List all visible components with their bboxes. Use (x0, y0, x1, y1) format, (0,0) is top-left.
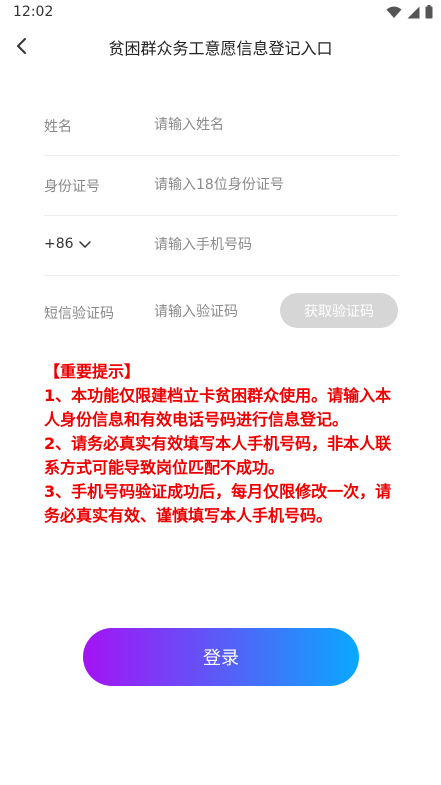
nav-bar: 贫困群众务工意愿信息登记入口 (0, 24, 441, 68)
status-icons (386, 5, 433, 19)
notice-line: 1、本功能仅限建档立卡贫困群众使用。请输入本人身份信息和有效电话号码进行信息登记… (44, 386, 392, 429)
status-time: 12:02 (13, 4, 54, 20)
status-bar: 12:02 (0, 0, 441, 24)
name-input[interactable] (154, 110, 334, 140)
notice-heading: 【重要提示】 (44, 362, 141, 381)
page-title: 贫困群众务工意愿信息登记入口 (108, 39, 333, 58)
signal-icon (407, 6, 420, 18)
id-card-row: 身份证号 (44, 156, 398, 216)
chevron-down-icon (78, 241, 91, 248)
id-card-input[interactable] (154, 170, 334, 200)
login-button[interactable]: 登录 (83, 628, 359, 686)
phone-row: +86 (44, 216, 398, 276)
notice-line: 3、手机号码验证成功后，每月仅限修改一次，请务必真实有效、谨慎填写本人手机号码。 (44, 482, 392, 525)
battery-icon (425, 5, 433, 19)
important-notice: 【重要提示】 1、本功能仅限建档立卡贫困群众使用。请输入本人身份信息和有效电话号… (44, 360, 396, 528)
sms-label: 短信验证码 (44, 306, 114, 322)
id-card-label: 身份证号 (44, 179, 100, 195)
country-code-value: +86 (44, 236, 74, 252)
name-label: 姓名 (44, 119, 72, 135)
get-code-button[interactable]: 获取验证码 (280, 293, 398, 328)
notice-line: 2、请务必真实有效填写本人手机号码，非本人联系方式可能导致岗位匹配不成功。 (44, 434, 392, 477)
country-code-select[interactable]: +86 (44, 236, 92, 252)
phone-input[interactable] (154, 230, 334, 260)
sms-code-input[interactable] (154, 297, 274, 327)
wifi-icon (386, 6, 402, 18)
name-row: 姓名 (44, 96, 398, 156)
